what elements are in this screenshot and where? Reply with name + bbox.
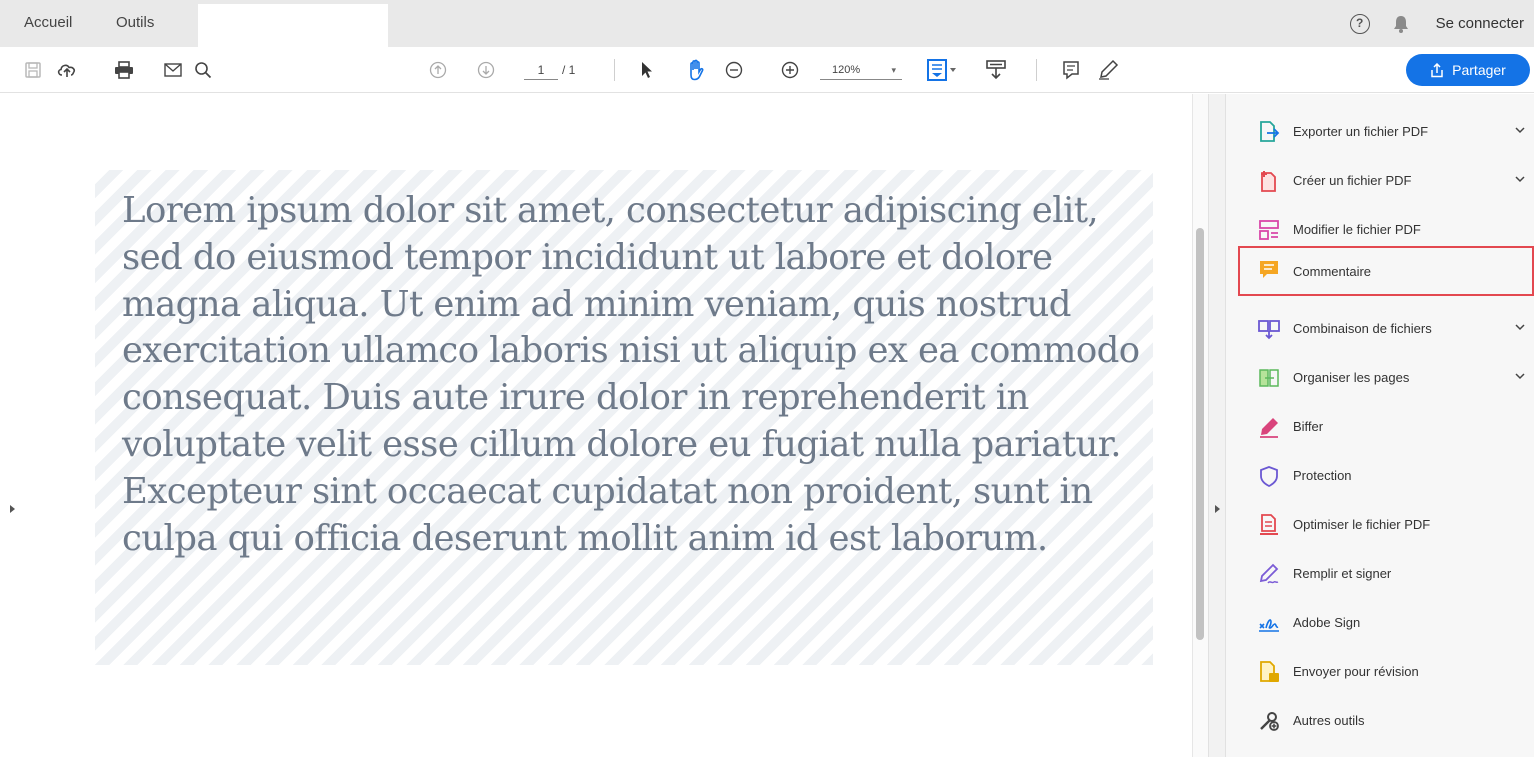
tool-send-review[interactable]: Envoyer pour révision: [1226, 648, 1534, 694]
share-icon: [1431, 62, 1443, 77]
help-icon[interactable]: ?: [1349, 13, 1370, 34]
chevron-down-icon[interactable]: [1515, 175, 1525, 183]
tool-label: Protection: [1293, 467, 1352, 483]
select-cursor-icon[interactable]: [636, 47, 658, 93]
search-icon[interactable]: [190, 47, 216, 93]
tool-label: Autres outils: [1293, 712, 1365, 728]
fit-page-icon[interactable]: [924, 47, 960, 93]
zoom-select[interactable]: 120% ▾: [820, 60, 902, 80]
toolbar-divider: [614, 59, 615, 81]
tab-bar: Accueil Outils ? Se connecter: [0, 0, 1534, 47]
sign-in-link[interactable]: Se connecter: [1436, 15, 1524, 32]
tool-create-pdf[interactable]: Créer un fichier PDF: [1226, 157, 1534, 203]
comment-tool-icon: [1260, 261, 1278, 278]
tool-label: Organiser les pages: [1293, 369, 1410, 385]
fill-sign-icon: [1259, 563, 1279, 584]
more-tools-icon: [1260, 712, 1279, 731]
tools-pane: Exporter un fichier PDF Créer un fichier…: [1226, 94, 1534, 757]
toolbar: 1 / 1 120% ▾ Partager: [0, 47, 1534, 93]
adobe-sign-icon: [1259, 619, 1279, 632]
tool-label: Envoyer pour révision: [1293, 663, 1419, 679]
left-pane-toggle[interactable]: [10, 505, 15, 513]
tool-comment[interactable]: Commentaire: [1238, 246, 1534, 296]
document-paragraph: Lorem ipsum dolor sit amet, consectetur …: [122, 190, 1140, 559]
tool-combine-files[interactable]: Combinaison de fichiers: [1226, 305, 1534, 351]
edit-pdf-icon: [1259, 220, 1279, 240]
chevron-down-icon[interactable]: [1515, 372, 1525, 380]
tool-optimize-pdf[interactable]: Optimiser le fichier PDF: [1226, 501, 1534, 547]
tool-label: Modifier le fichier PDF: [1293, 221, 1421, 237]
organize-pages-icon: [1259, 369, 1279, 387]
page-down-icon[interactable]: [474, 47, 498, 93]
tool-label: Biffer: [1293, 418, 1324, 434]
tool-redact[interactable]: Biffer: [1226, 403, 1534, 449]
tool-label: Exporter un fichier PDF: [1293, 123, 1429, 139]
tab-tools[interactable]: Outils: [104, 0, 166, 47]
tab-document[interactable]: [198, 0, 388, 47]
shield-icon: [1260, 466, 1278, 487]
optimize-pdf-icon: [1260, 514, 1278, 535]
share-button-label: Partager: [1452, 62, 1506, 78]
page-up-icon[interactable]: [426, 47, 450, 93]
toolbar-divider: [1036, 59, 1037, 81]
chevron-down-icon[interactable]: [1515, 126, 1525, 134]
share-button[interactable]: Partager: [1406, 54, 1530, 86]
pane-divider[interactable]: [1208, 94, 1226, 757]
zoom-in-icon[interactable]: [778, 47, 802, 93]
top-right-controls: ? Se connecter: [1349, 0, 1534, 47]
highlight-pen-icon[interactable]: [1094, 47, 1122, 93]
scrollbar-thumb[interactable]: [1196, 228, 1204, 640]
tool-label: Commentaire: [1293, 263, 1372, 279]
tool-label: Remplir et signer: [1293, 565, 1392, 581]
chevron-down-icon[interactable]: [1515, 323, 1525, 331]
tool-label: Adobe Sign: [1293, 614, 1361, 630]
tab-home[interactable]: Accueil: [12, 0, 84, 47]
redact-icon: [1260, 418, 1278, 438]
tool-more-tools[interactable]: Autres outils: [1226, 697, 1534, 743]
tool-organize-pages[interactable]: Organiser les pages: [1226, 354, 1534, 400]
hand-tool-icon[interactable]: [682, 47, 710, 93]
right-pane-toggle[interactable]: [1215, 505, 1220, 513]
tool-fill-sign[interactable]: Remplir et signer: [1226, 550, 1534, 596]
zoom-out-icon[interactable]: [722, 47, 746, 93]
bell-icon[interactable]: [1392, 14, 1410, 34]
save-icon[interactable]: [20, 47, 46, 93]
combine-files-icon: [1258, 320, 1280, 340]
export-pdf-icon: [1260, 121, 1280, 142]
print-icon[interactable]: [110, 47, 138, 93]
send-review-icon: [1260, 661, 1279, 682]
upload-cloud-icon[interactable]: [52, 47, 82, 93]
tool-export-pdf[interactable]: Exporter un fichier PDF: [1226, 108, 1534, 154]
tool-label: Combinaison de fichiers: [1293, 320, 1432, 336]
scroll-mode-icon[interactable]: [982, 47, 1010, 93]
email-icon[interactable]: [160, 47, 186, 93]
tool-label: Optimiser le fichier PDF: [1293, 516, 1431, 532]
comment-icon[interactable]: [1058, 47, 1084, 93]
zoom-value: 120%: [832, 64, 861, 76]
page-number-input[interactable]: 1: [524, 60, 558, 80]
zoom-caret: ▾: [891, 65, 896, 75]
create-pdf-icon: [1261, 171, 1276, 192]
page-total: / 1: [562, 63, 576, 77]
tool-label: Créer un fichier PDF: [1293, 172, 1412, 188]
tool-protect[interactable]: Protection: [1226, 452, 1534, 498]
tool-adobe-sign[interactable]: Adobe Sign: [1226, 599, 1534, 645]
